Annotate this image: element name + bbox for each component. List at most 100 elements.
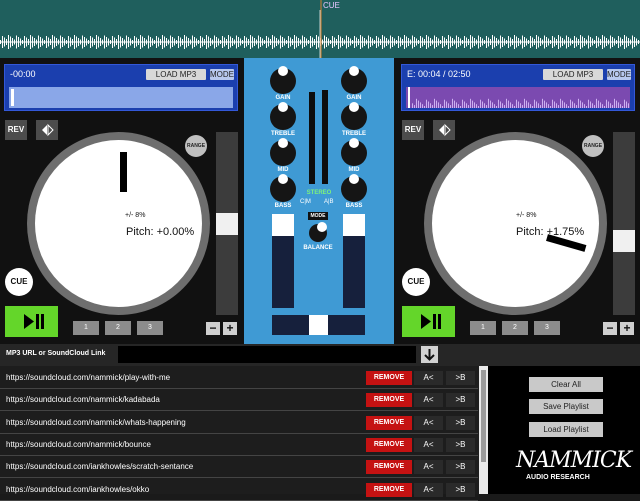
load-to-deck-a-button[interactable]: A<: [414, 437, 443, 452]
right-cue-button[interactable]: CUE: [402, 268, 430, 296]
right-reverse-button[interactable]: REV: [402, 120, 424, 140]
left-brake-button[interactable]: [36, 120, 58, 140]
left-hotcue-1[interactable]: 1: [73, 321, 99, 335]
right-pitch-range: +/- 8%: [516, 212, 537, 219]
left-volume-handle[interactable]: [272, 214, 294, 236]
load-to-deck-a-button[interactable]: A<: [414, 482, 443, 497]
left-gain-knob[interactable]: [270, 66, 296, 94]
right-deck-waveform[interactable]: [406, 87, 630, 108]
right-vu-meter: [322, 90, 328, 184]
right-waveform-graphic: [408, 87, 629, 108]
playlist-row-url: https://soundcloud.com/iankhowles/okko: [6, 484, 150, 494]
load-to-deck-a-button[interactable]: A<: [414, 393, 443, 408]
right-gain-label: GAIN: [346, 95, 362, 101]
left-play-pause-button[interactable]: [5, 306, 58, 337]
left-reverse-button[interactable]: REV: [5, 120, 27, 140]
playlist-row-url: https://soundcloud.com/iankhowles/scratc…: [6, 462, 194, 472]
load-to-deck-a-button[interactable]: A<: [414, 460, 443, 475]
right-hotcue-2[interactable]: 2: [502, 321, 528, 335]
playlist-row[interactable]: https://soundcloud.com/nammick/play-with…: [0, 368, 478, 389]
playlist-row-url: https://soundcloud.com/nammick/bounce: [6, 439, 151, 449]
left-load-mp3-button[interactable]: LOAD MP3: [146, 69, 206, 80]
remove-button[interactable]: REMOVE: [366, 482, 412, 497]
right-play-pause-button[interactable]: [402, 306, 455, 337]
left-mode-button[interactable]: MODE: [210, 69, 234, 80]
right-hotcue-3[interactable]: 3: [534, 321, 560, 335]
left-hotcue-3[interactable]: 3: [137, 321, 163, 335]
right-deck-display: E: 00:04 / 02:50 LOAD MP3 MODE: [401, 64, 635, 111]
left-pitch-fader-handle[interactable]: [216, 213, 238, 235]
right-brake-button[interactable]: [433, 120, 455, 140]
load-to-deck-b-button[interactable]: >B: [446, 415, 475, 430]
left-platter[interactable]: +/- 8% Pitch: +0.00%: [27, 132, 210, 315]
playlist-row[interactable]: https://soundcloud.com/nammick/bounce REM…: [0, 435, 478, 456]
right-treble-knob[interactable]: [341, 102, 367, 130]
left-treble-knob[interactable]: [270, 102, 296, 130]
right-hotcue-1[interactable]: 1: [470, 321, 496, 335]
nammick-logo: NAMMICK AUDIO RESEARCH: [516, 448, 632, 494]
remove-button[interactable]: REMOVE: [366, 393, 412, 408]
cm-label: C|M: [300, 199, 311, 205]
playlist-scrollbar-thumb[interactable]: [481, 370, 486, 462]
clear-all-button[interactable]: Clear All: [529, 377, 603, 392]
playlist-row-url: https://soundcloud.com/nammick/kadabada: [6, 395, 160, 405]
right-volume-handle[interactable]: [343, 214, 365, 236]
balance-label: BALANCE: [303, 245, 333, 251]
right-platter[interactable]: +/- 8% Pitch: +1.75%: [424, 132, 607, 315]
left-range-button[interactable]: RANGE: [185, 135, 207, 157]
remove-button[interactable]: REMOVE: [366, 437, 412, 452]
left-mid-knob[interactable]: [270, 138, 296, 166]
remove-button[interactable]: REMOVE: [366, 371, 412, 385]
playlist-row[interactable]: https://soundcloud.com/iankhowles/scratc…: [0, 457, 478, 479]
right-gain-knob[interactable]: [341, 66, 367, 94]
right-mid-knob[interactable]: [341, 138, 367, 166]
left-pitch-minus-button[interactable]: −: [206, 322, 220, 335]
left-playhead: [11, 89, 14, 106]
left-bass-knob[interactable]: [270, 174, 296, 202]
mixer-mode-button[interactable]: MODE: [308, 212, 328, 220]
load-url-button[interactable]: [421, 346, 438, 363]
load-to-deck-b-button[interactable]: >B: [446, 460, 475, 475]
load-to-deck-b-button[interactable]: >B: [446, 393, 475, 408]
mp3-url-input[interactable]: [118, 346, 416, 363]
playlist-row[interactable]: https://soundcloud.com/iankhowles/okko RE…: [0, 480, 478, 501]
track-overview-waveform[interactable]: [0, 0, 640, 58]
playlist-row-url: https://soundcloud.com/nammick/whats-hap…: [6, 417, 186, 427]
right-treble-label: TREBLE: [342, 131, 366, 137]
left-vu-meter: [309, 92, 315, 184]
save-playlist-button[interactable]: Save Playlist: [529, 399, 603, 414]
balance-knob[interactable]: [309, 222, 327, 242]
right-mode-button[interactable]: MODE: [607, 69, 631, 80]
left-bass-label: BASS: [274, 203, 292, 209]
logo-subtitle: AUDIO RESEARCH: [526, 474, 590, 481]
left-hotcue-2[interactable]: 2: [105, 321, 131, 335]
load-to-deck-a-button[interactable]: A<: [414, 415, 443, 430]
right-pitch-fader-handle[interactable]: [613, 230, 635, 252]
url-label: MP3 URL or SoundCloud Link: [6, 350, 106, 357]
load-to-deck-a-button[interactable]: A<: [414, 371, 443, 385]
right-volume-fader[interactable]: [343, 234, 365, 308]
right-range-button[interactable]: RANGE: [582, 135, 604, 157]
remove-button[interactable]: REMOVE: [366, 460, 412, 475]
playlist-row[interactable]: https://soundcloud.com/nammick/whats-hap…: [0, 413, 478, 434]
left-deck-time: -00:00: [10, 69, 36, 79]
right-pitch-plus-button[interactable]: +: [620, 322, 634, 335]
right-pitch-fader[interactable]: [613, 132, 635, 315]
left-pitch-range: +/- 8%: [125, 212, 146, 219]
load-to-deck-b-button[interactable]: >B: [446, 437, 475, 452]
crossfader-handle[interactable]: [309, 315, 328, 335]
left-cue-button[interactable]: CUE: [5, 268, 33, 296]
right-deck-time: E: 00:04 / 02:50: [407, 69, 471, 79]
load-playlist-button[interactable]: Load Playlist: [529, 422, 603, 437]
left-pitch-plus-button[interactable]: +: [223, 322, 237, 335]
remove-button[interactable]: REMOVE: [366, 415, 412, 430]
left-volume-fader[interactable]: [272, 234, 294, 308]
right-bass-knob[interactable]: [341, 174, 367, 202]
playlist-row[interactable]: https://soundcloud.com/nammick/kadabada R…: [0, 390, 478, 412]
right-pitch-minus-button[interactable]: −: [603, 322, 617, 335]
right-load-mp3-button[interactable]: LOAD MP3: [543, 69, 603, 80]
load-to-deck-b-button[interactable]: >B: [446, 482, 475, 497]
left-deck-waveform[interactable]: [9, 87, 233, 108]
load-to-deck-b-button[interactable]: >B: [446, 371, 475, 385]
cue-marker-label: CUE: [323, 1, 340, 10]
